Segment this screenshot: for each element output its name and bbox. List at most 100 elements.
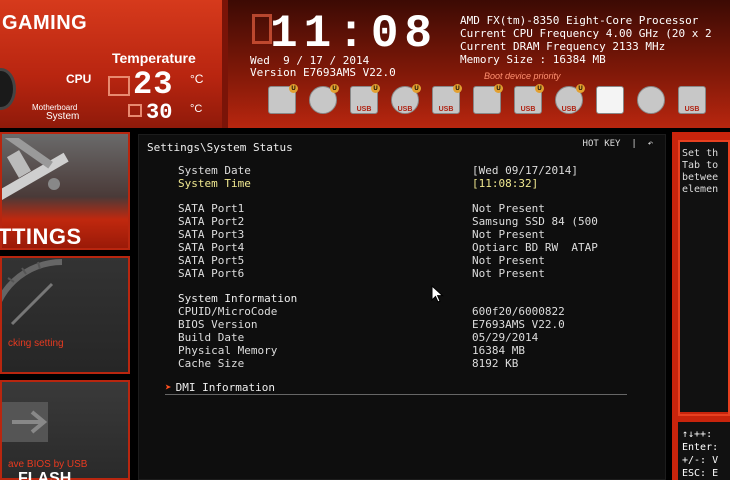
sata-port-row: SATA Port3 Not Present [178,228,638,241]
sata-port-label: SATA Port6 [178,267,245,280]
help-frame [678,140,730,416]
disc-icon[interactable] [637,86,665,114]
sata-port-label: SATA Port5 [178,254,245,267]
settings-menu-tile[interactable]: TTINGS [0,132,130,250]
brand-logo-text: GAMING [2,12,88,34]
system-date-label: System Date [178,164,251,177]
usb-disc-icon[interactable]: USB U [555,84,585,114]
system-info-row: Cache Size 8192 KB [178,357,638,370]
sata-port-label: SATA Port2 [178,215,245,228]
cpu-temp-value: 23 [133,66,174,103]
dmi-information-label: DMI Information [175,381,275,394]
system-info-value: 600f20/6000822 [472,305,565,318]
sata-port-row: SATA Port1 Not Present [178,202,638,215]
mflash-menu-tile[interactable]: ave BIOS by USB FLASH [0,380,130,480]
clock-display: 11:08 [270,8,439,60]
uefi-badge-icon: U [412,84,421,93]
sata-port-value: Samsung SSD 84 (500 [472,215,598,228]
uefi-badge-icon: U [453,84,462,93]
key-legend: ↑↓++: Enter: +/-: V ESC: E [678,422,730,480]
boot-device-bar: U U USB U USB U USB U U USB U USB U USB [262,82,730,120]
dram-frequency-text: Current DRAM Frequency 2133 MHz [460,40,666,53]
bios-header: GAMING Temperature CPU 23 °C Motherboard… [0,0,730,128]
memory-size-text: Memory Size : 16384 MB [460,53,606,66]
system-info-row: Physical Memory 16384 MB [178,344,638,357]
system-time-value[interactable]: [11:08:32] [472,177,538,190]
bios-version-display: Version E7693AMS V22.0 [250,66,396,79]
tools-icon [2,138,69,202]
temperature-panel: GAMING Temperature CPU 23 °C Motherboard… [0,0,222,128]
system-info-row: BIOS Version E7693AMS V22.0 [178,318,638,331]
dragon-logo-icon [0,68,16,110]
cpu-temp-unit: °C [190,72,204,86]
flash-arrow-icon [2,402,48,442]
usb-optical-icon[interactable]: USB U [391,84,421,114]
sata-port-value: Not Present [472,228,545,241]
sata-port-row: SATA Port6 Not Present [178,267,638,280]
temperature-title: Temperature [112,50,196,66]
usb-card-icon[interactable]: USB U [514,84,544,114]
main-menu: TTINGS cking setting ave BIOS by USB FLA… [0,128,136,480]
dmi-information-link[interactable]: ➤ DMI Information [165,381,627,395]
uefi-badge-icon: U [576,84,585,93]
hotkey-back-button[interactable]: HOT KEY | ↶ [583,139,653,149]
system-time-row[interactable]: System Time [11:08:32] [178,177,638,190]
system-time-label: System Time [178,177,251,190]
mflash-menu-title: FLASH [18,470,72,480]
sata-port-value: Not Present [472,202,545,215]
sata-port-label: SATA Port1 [178,202,245,215]
sata-port-row: SATA Port5 Not Present [178,254,638,267]
usb-drive-icon[interactable]: USB [678,86,706,114]
sata-port-row: SATA Port4 Optiarc BD RW ATAP [178,241,638,254]
cpu-temp-label: CPU [66,72,92,86]
system-info-value: E7693AMS V22.0 [472,318,565,331]
system-date-value[interactable]: [Wed 09/17/2014] [472,164,578,177]
uefi-badge-icon: U [494,84,503,93]
uefi-badge-icon: U [330,84,339,93]
oc-menu-label: cking setting [8,338,64,349]
uefi-badge-icon: U [371,84,380,93]
cpu-frequency-text: Current CPU Frequency 4.00 GHz (20 x 2 [460,27,712,40]
usb-hdd-icon[interactable]: USB U [350,84,380,114]
breadcrumb: Settings\System Status [147,141,293,154]
usb-floppy-icon[interactable]: U [473,84,503,114]
sata-port-row: SATA Port2 Samsung SSD 84 (500 [178,215,638,228]
system-info-label: BIOS Version [178,318,258,331]
system-info-value: 05/29/2014 [472,331,539,344]
system-date-row[interactable]: System Date [Wed 09/17/2014] [178,164,638,177]
system-info-label: Physical Memory [178,344,278,357]
system-info-label: Build Date [178,331,245,344]
cpu-temp-frame [108,76,130,96]
uefi-badge-icon: U [535,84,544,93]
sata-port-label: SATA Port4 [178,241,245,254]
mouse-cursor-icon [431,285,444,303]
oc-menu-tile[interactable]: cking setting [0,256,130,374]
mb-temp-frame [128,104,142,117]
system-info-value: 16384 MB [472,344,525,357]
mb-temp-value: 30 [146,100,173,125]
system-info-label: Cache Size [178,357,245,370]
blank-device-icon[interactable] [596,86,624,114]
optical-disc-icon[interactable]: U [309,84,339,114]
system-temp-label: System [46,111,80,122]
usb-key-icon[interactable]: USB U [432,84,462,114]
hdd-icon[interactable]: U [268,84,298,114]
system-status-panel: Settings\System Status HOT KEY | ↶ Syste… [138,134,666,480]
sata-port-value: Not Present [472,254,545,267]
mb-temp-unit: °C [190,103,203,115]
mflash-menu-label: ave BIOS by USB [8,459,88,470]
sata-port-value: Not Present [472,267,545,280]
uefi-badge-icon: U [289,84,298,93]
speedometer-icon [2,258,63,326]
boot-priority-label: Boot device priority [484,71,561,81]
system-info-row: CPUID/MicroCode 600f20/6000822 [178,305,638,318]
arrow-right-icon: ➤ [165,381,172,394]
system-info-row: Build Date 05/29/2014 [178,331,638,344]
settings-menu-label: TTINGS [0,224,82,249]
clock-frame [252,14,272,44]
system-information-title: System Information [178,292,298,305]
sata-port-label: SATA Port3 [178,228,245,241]
sata-port-value: Optiarc BD RW ATAP [472,241,598,254]
help-panel: Set th Tab to betwee elemen ↑↓++: Enter:… [672,132,730,480]
system-info-value: 8192 KB [472,357,519,370]
